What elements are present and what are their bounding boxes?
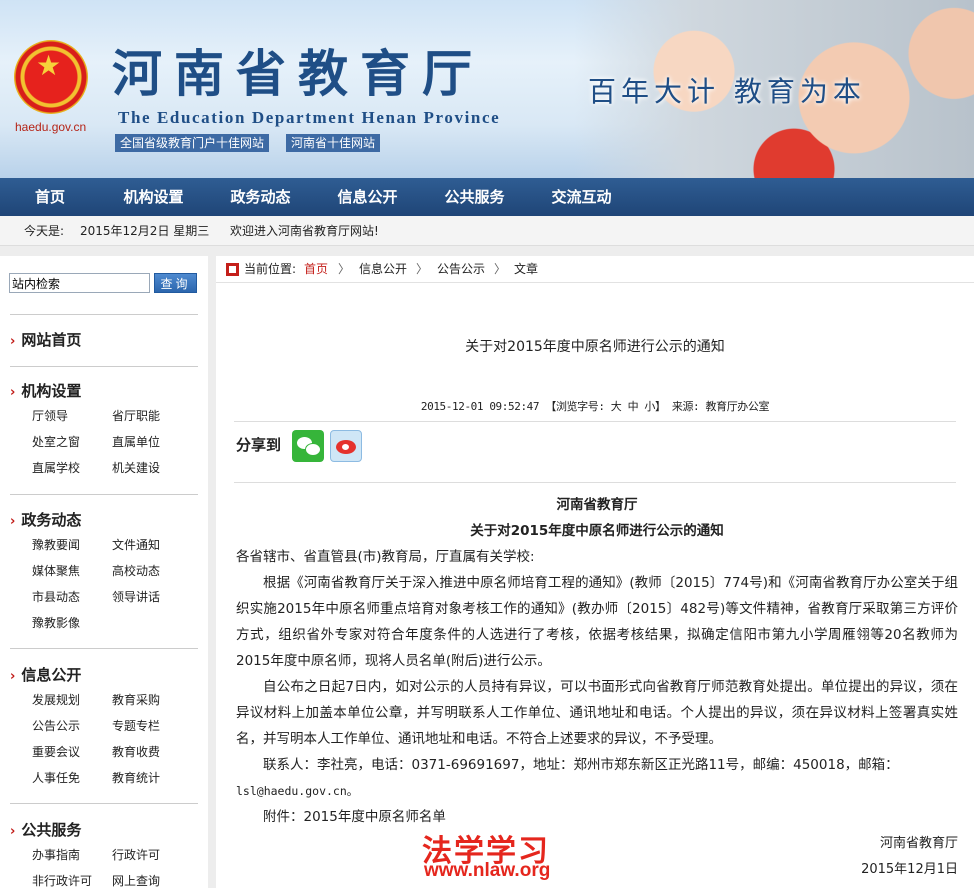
chevron-right-icon: ›: [10, 334, 16, 349]
article-paragraph: 根据《河南省教育厅关于深入推进中原名师培育工程的通知》(教师〔2015〕774号…: [236, 575, 958, 669]
sidebar-section-disclosure: › 信息公开 发展规划 教育采购 公告公示 专题专栏 重要会议 教育收费 人事任免…: [10, 663, 198, 791]
sidebar-link[interactable]: 机关建设: [112, 455, 192, 481]
chevron-right-icon: ›: [10, 385, 16, 400]
header-banner: ★ haedu.gov.cn 河南省教育厅 The Education Depa…: [0, 0, 974, 178]
national-emblem-icon: ★: [14, 40, 88, 114]
nav-item-disclosure[interactable]: 信息公开: [314, 178, 421, 216]
sidebar-link[interactable]: 省厅职能: [112, 403, 192, 429]
sidebar-link[interactable]: 豫教影像: [32, 610, 112, 636]
sidebar-section-title[interactable]: › 公共服务: [10, 818, 198, 842]
sidebar-section-title[interactable]: › 政务动态: [10, 508, 198, 532]
divider: [10, 494, 198, 495]
article-contact: 联系人：李社亮，电话：0371-69691697，地址：郑州市郑东新区正光路11…: [263, 757, 899, 773]
sidebar-link[interactable]: 豫教要闻: [32, 532, 112, 558]
breadcrumb-current: 文章: [514, 262, 539, 276]
article-panel: 当前位置: 首页 〉 信息公开 〉 公告公示 〉 文章 关于对2015年度中原名…: [216, 256, 974, 888]
sidebar-link[interactable]: 教育收费: [112, 739, 192, 765]
article-title: 关于对2015年度中原名师进行公示的通知: [465, 339, 725, 355]
breadcrumb-label: 当前位置:: [244, 262, 297, 276]
site-search-input[interactable]: [9, 273, 150, 293]
sidebar-link[interactable]: 直属学校: [32, 455, 112, 481]
sidebar-section-title[interactable]: › 机构设置: [10, 379, 198, 403]
welcome-text: 欢迎进入河南省教育厅网站!: [230, 224, 379, 238]
breadcrumb: 当前位置: 首页 〉 信息公开 〉 公告公示 〉 文章: [216, 256, 974, 283]
sidebar-section-home: › 网站首页: [10, 328, 198, 352]
sidebar-link[interactable]: 直属单位: [112, 429, 192, 455]
sidebar-link[interactable]: 行政许可: [112, 842, 192, 868]
date-bar: 今天是: 2015年12月2日 星期三 欢迎进入河南省教育厅网站!: [0, 216, 974, 246]
divider: [10, 366, 198, 367]
location-icon: [226, 263, 239, 276]
wechat-share-icon[interactable]: [292, 430, 324, 462]
article-salutation: 各省辖市、省直管县(市)教育局，厅直属有关学校:: [236, 549, 535, 565]
sidebar-section-services: › 公共服务 办事指南 行政许可 非行政许可 网上查询: [10, 818, 198, 888]
chevron-right-icon: ›: [10, 669, 16, 684]
site-domain: haedu.gov.cn: [15, 120, 87, 134]
weibo-share-icon[interactable]: [330, 430, 362, 462]
share-label: 分享到: [236, 436, 282, 454]
sidebar-section-title[interactable]: › 网站首页: [10, 328, 198, 352]
divider: [10, 314, 198, 315]
sidebar-link[interactable]: 重要会议: [32, 739, 112, 765]
signature-date: 2015年12月1日: [861, 862, 958, 877]
sidebar-section-news: › 政务动态 豫教要闻 文件通知 媒体聚焦 高校动态 市县动态 领导讲话 豫教影像: [10, 508, 198, 636]
sidebar-link[interactable]: 厅领导: [32, 403, 112, 429]
article-email[interactable]: lsl@haedu.gov.cn。: [236, 778, 958, 804]
article-org: 河南省教育厅: [556, 497, 638, 513]
sidebar-link[interactable]: 人事任免: [32, 765, 112, 791]
sidebar-section-organization: › 机构设置 厅领导 省厅职能 处室之窗 直属单位 直属学校 机关建设: [10, 379, 198, 481]
article-subtitle: 关于对2015年度中原名师进行公示的通知: [470, 523, 724, 539]
watermark-url: www.nlaw.org: [424, 860, 551, 881]
divider: [234, 482, 956, 483]
breadcrumb-separator: 〉: [494, 262, 507, 276]
sidebar-link[interactable]: 媒体聚焦: [32, 558, 112, 584]
nav-item-organization[interactable]: 机构设置: [100, 178, 207, 216]
sidebar-link[interactable]: 高校动态: [112, 558, 192, 584]
sidebar-link[interactable]: 公告公示: [32, 713, 112, 739]
date-label: 今天是:: [24, 224, 65, 238]
article-body: 河南省教育厅 关于对2015年度中原名师进行公示的通知 各省辖市、省直管县(市)…: [236, 492, 958, 830]
nav-item-home[interactable]: 首页: [0, 178, 100, 216]
site-subtitle: The Education Department Henan Province: [118, 108, 501, 127]
sidebar-link[interactable]: 处室之窗: [32, 429, 112, 455]
chevron-right-icon: ›: [10, 824, 16, 839]
article-meta: 2015-12-01 09:52:47 【浏览字号: 大 中 小】 来源: 教育…: [420, 400, 770, 413]
breadcrumb-separator: 〉: [338, 262, 351, 276]
divider: [10, 803, 198, 804]
sidebar-link[interactable]: 专题专栏: [112, 713, 192, 739]
main-nav: 首页 机构设置 政务动态 信息公开 公共服务 交流互动: [0, 178, 974, 216]
breadcrumb-item[interactable]: 公告公示: [437, 256, 485, 283]
award-badge: 河南省十佳网站: [286, 134, 381, 152]
search-button[interactable]: 查询: [154, 273, 197, 293]
sidebar-link[interactable]: 非行政许可: [32, 868, 112, 888]
sidebar-link[interactable]: 教育统计: [112, 765, 192, 791]
sidebar-link[interactable]: 文件通知: [112, 532, 192, 558]
signature-org: 河南省教育厅: [879, 836, 958, 851]
breadcrumb-item[interactable]: 信息公开: [359, 256, 407, 283]
sidebar-link[interactable]: 领导讲话: [112, 584, 192, 610]
current-date: 2015年12月2日 星期三: [80, 224, 210, 238]
sidebar-link[interactable]: 教育采购: [112, 687, 192, 713]
sidebar-link[interactable]: 市县动态: [32, 584, 112, 610]
sidebar-link[interactable]: 网上查询: [112, 868, 192, 888]
sidebar-section-title[interactable]: › 信息公开: [10, 663, 198, 687]
divider: [10, 648, 198, 649]
chevron-right-icon: ›: [10, 514, 16, 529]
slogan: 百年大计 教育为本: [588, 75, 866, 108]
award-badge: 全国省级教育门户十佳网站: [115, 134, 270, 152]
site-title[interactable]: 河南省教育厅: [112, 44, 484, 104]
nav-item-services[interactable]: 公共服务: [421, 178, 528, 216]
article-attachment[interactable]: 附件：2015年度中原名师名单: [236, 804, 958, 830]
divider: [234, 421, 956, 422]
breadcrumb-home[interactable]: 首页: [304, 256, 328, 283]
article-paragraph: 自公布之日起7日内，如对公示的人员持有异议，可以书面形式向省教育厅师范教育处提出…: [236, 679, 958, 747]
breadcrumb-separator: 〉: [416, 262, 429, 276]
nav-item-news[interactable]: 政务动态: [207, 178, 314, 216]
sidebar: 查询 ›网站首页 ›机构设置 厅领导 省厅职能 处室之窗 直属单位 直属学校 机…: [0, 256, 208, 888]
sidebar-link[interactable]: 办事指南: [32, 842, 112, 868]
sidebar-link[interactable]: 发展规划: [32, 687, 112, 713]
nav-item-interaction[interactable]: 交流互动: [528, 178, 635, 216]
